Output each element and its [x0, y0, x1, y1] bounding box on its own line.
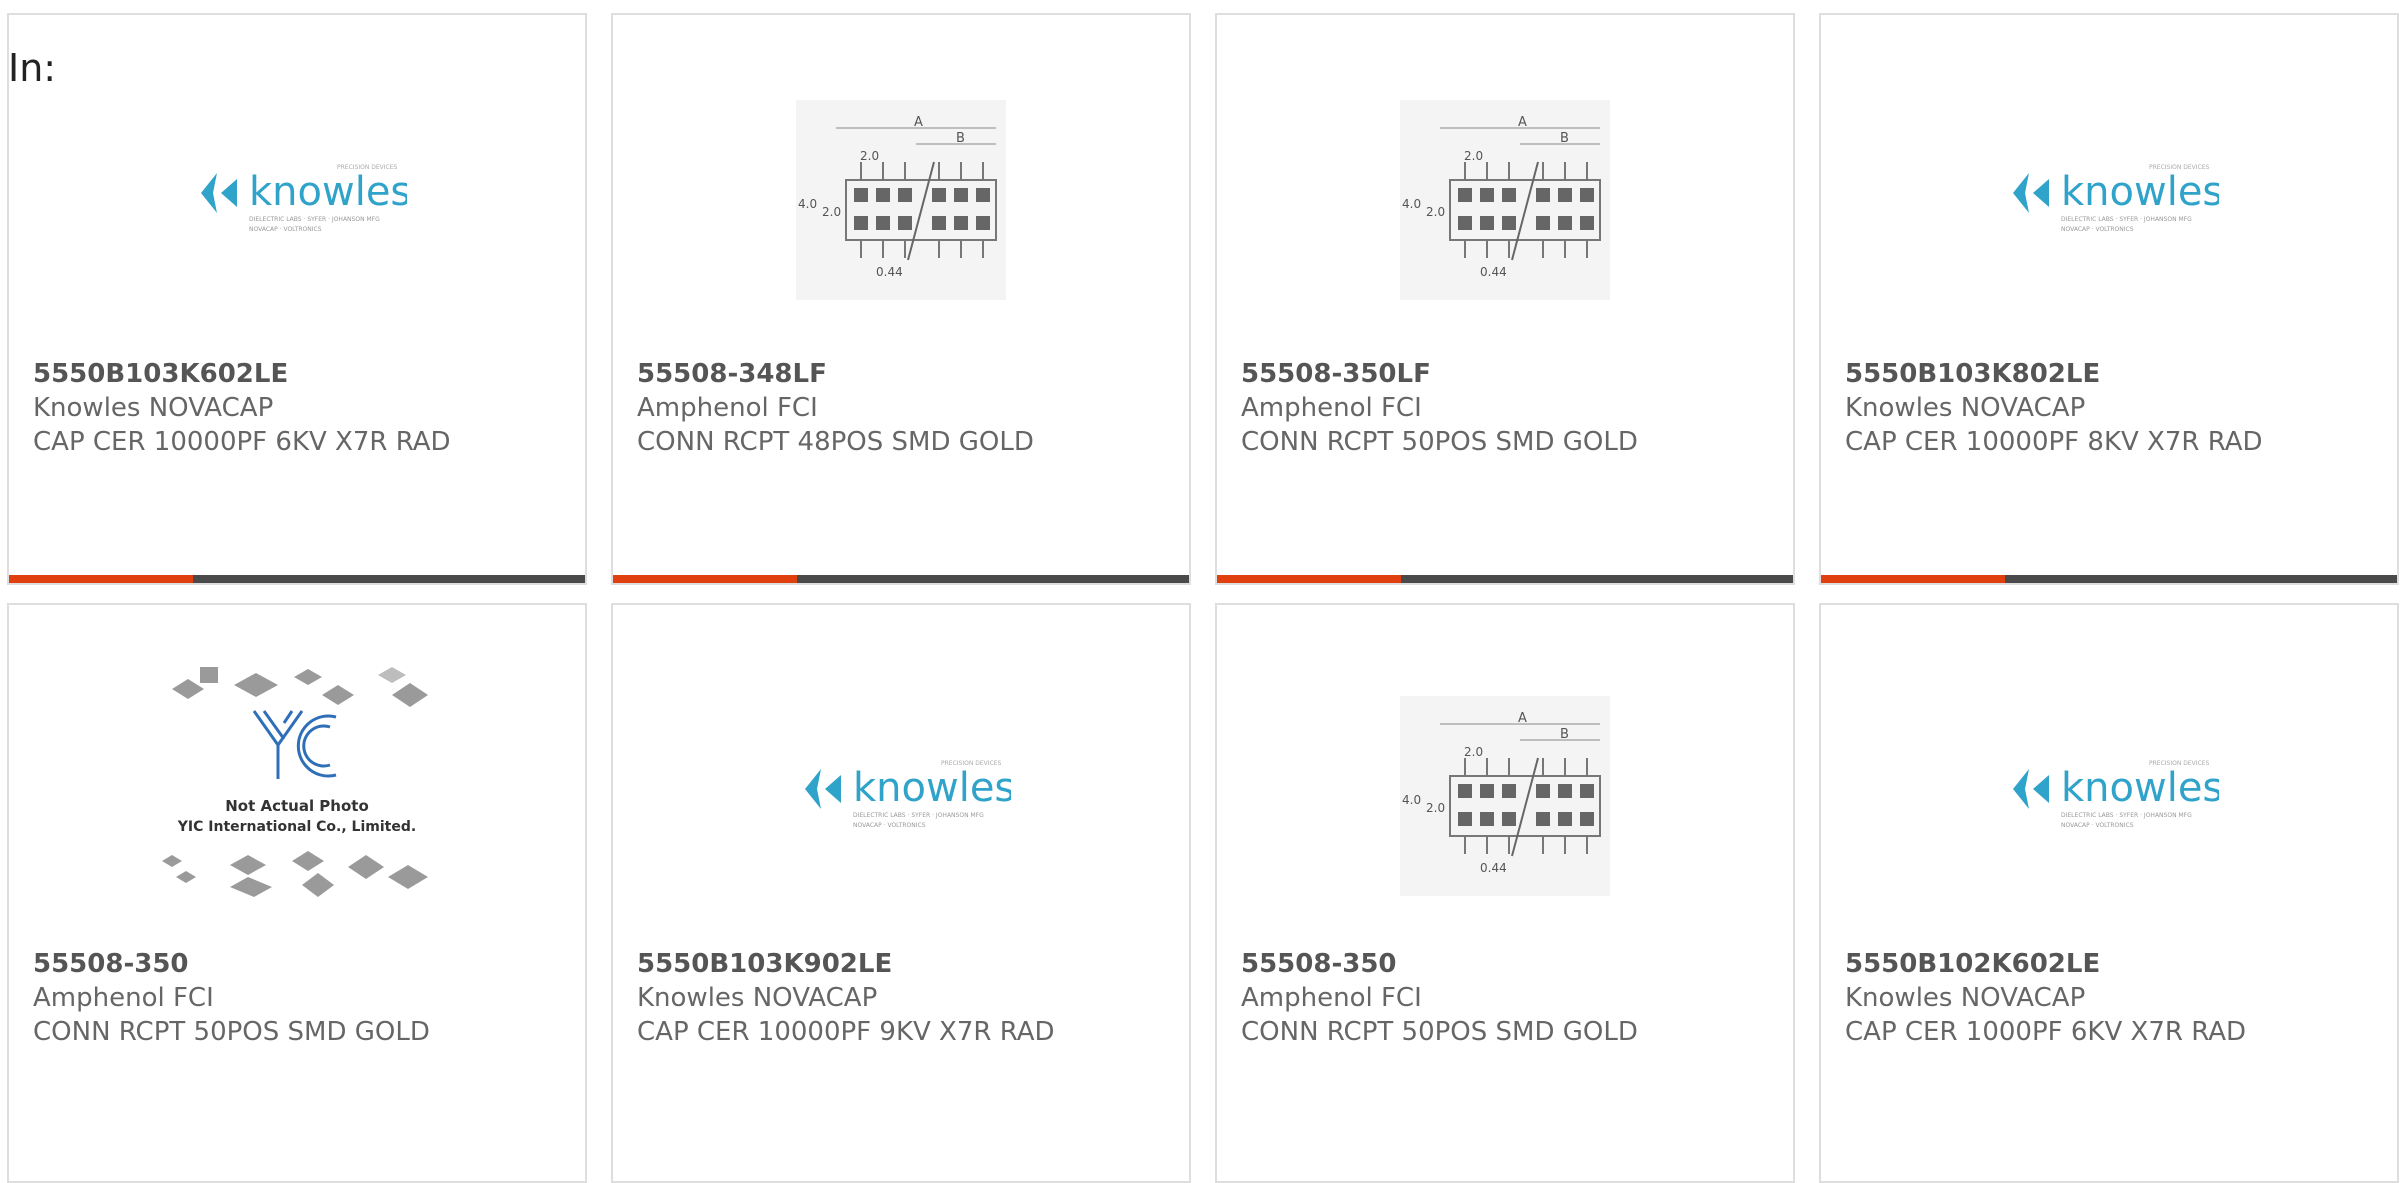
svg-text:2.0: 2.0: [822, 205, 841, 219]
svg-text:PRECISION DEVICES: PRECISION DEVICES: [941, 760, 1001, 767]
product-card[interactable]: knowles PRECISION DEVICES DIELECTRIC LAB…: [1819, 603, 2399, 1183]
svg-text:PRECISION DEVICES: PRECISION DEVICES: [2149, 760, 2209, 767]
knowles-logo-icon: knowles PRECISION DEVICES DIELECTRIC LAB…: [201, 164, 407, 233]
svg-text:NOVACAP · VOLTRONICS: NOVACAP · VOLTRONICS: [249, 226, 322, 233]
svg-text:B: B: [1560, 727, 1569, 742]
product-card[interactable]: knowles PRECISION DEVICES DIELECTRIC LAB…: [611, 603, 1191, 1183]
svg-text:A: A: [1518, 711, 1527, 726]
svg-text:B: B: [956, 131, 965, 146]
knowles-logo-icon: knowles PRECISION DEVICES DIELECTRIC LAB…: [2013, 164, 2219, 233]
connector-diagram-icon: A B 2.0 4.0 2.0 0.44: [1400, 696, 1610, 896]
manufacturer: Knowles NOVACAP: [637, 983, 878, 1013]
product-image[interactable]: knowles PRECISION DEVICES DIELECTRIC LAB…: [1821, 635, 2397, 957]
svg-text:DIELECTRIC LABS · SYFER · JOHA: DIELECTRIC LABS · SYFER · JOHANSON MFG: [2061, 216, 2192, 223]
product-card[interactable]: knowles PRECISION DEVICES DIELECTRIC LAB…: [7, 13, 587, 585]
product-image[interactable]: Not Actual Photo YIC International Co., …: [9, 635, 585, 957]
description: CONN RCPT 50POS SMD GOLD: [1241, 427, 1638, 457]
product-image[interactable]: knowles PRECISION DEVICES DIELECTRIC LAB…: [9, 45, 585, 355]
svg-text:B: B: [1560, 131, 1569, 146]
svg-text:A: A: [1518, 115, 1527, 130]
product-card[interactable]: A B 2.0 4.0 2.0: [611, 13, 1191, 585]
svg-text:DIELECTRIC LABS · SYFER · JOHA: DIELECTRIC LABS · SYFER · JOHANSON MFG: [2061, 812, 2192, 819]
svg-text:4.0: 4.0: [1402, 793, 1421, 807]
svg-text:YIC International Co., Limited: YIC International Co., Limited.: [177, 819, 416, 835]
product-image[interactable]: knowles PRECISION DEVICES DIELECTRIC LAB…: [1821, 45, 2397, 355]
svg-text:knowles: knowles: [2061, 765, 2219, 811]
part-number[interactable]: 5550B102K602LE: [1845, 947, 2387, 981]
part-number[interactable]: 5550B103K902LE: [637, 947, 1179, 981]
card-bar: [1821, 575, 2397, 583]
svg-text:NOVACAP · VOLTRONICS: NOVACAP · VOLTRONICS: [2061, 822, 2134, 829]
svg-text:DIELECTRIC LABS · SYFER · JOHA: DIELECTRIC LABS · SYFER · JOHANSON MFG: [249, 216, 380, 223]
description: CONN RCPT 50POS SMD GOLD: [1241, 1017, 1638, 1047]
card-bar: [1217, 575, 1793, 583]
svg-text:A: A: [914, 115, 923, 130]
card-bar: [613, 575, 1189, 583]
svg-text:2.0: 2.0: [1464, 745, 1483, 759]
manufacturer: Knowles NOVACAP: [33, 393, 274, 423]
card-bar-accent: [613, 575, 797, 583]
svg-text:NOVACAP · VOLTRONICS: NOVACAP · VOLTRONICS: [853, 822, 926, 829]
connector-diagram-icon: A B 2.0 4.0 2.0 0.44: [1400, 100, 1610, 300]
product-image[interactable]: A B 2.0 4.0 2.0 0.44: [1217, 45, 1793, 355]
svg-text:4.0: 4.0: [798, 197, 817, 211]
product-image[interactable]: A B 2.0 4.0 2.0 0.44: [613, 45, 1189, 355]
part-number[interactable]: 55508-350: [33, 947, 575, 981]
part-number[interactable]: 55508-350LF: [1241, 357, 1783, 391]
manufacturer: Amphenol FCI: [1241, 983, 1422, 1013]
svg-text:2.0: 2.0: [1464, 149, 1483, 163]
manufacturer: Knowles NOVACAP: [1845, 983, 2086, 1013]
card-bar-accent: [1821, 575, 2005, 583]
svg-text:PRECISION DEVICES: PRECISION DEVICES: [337, 164, 397, 171]
product-image[interactable]: knowles PRECISION DEVICES DIELECTRIC LAB…: [613, 635, 1189, 957]
description: CAP CER 10000PF 6KV X7R RAD: [33, 427, 451, 457]
part-number[interactable]: 55508-348LF: [637, 357, 1179, 391]
manufacturer: Amphenol FCI: [33, 983, 214, 1013]
product-card[interactable]: knowles PRECISION DEVICES DIELECTRIC LAB…: [1819, 13, 2399, 585]
part-number[interactable]: 5550B103K602LE: [33, 357, 575, 391]
part-number[interactable]: 55508-350: [1241, 947, 1783, 981]
svg-text:2.0: 2.0: [1426, 205, 1445, 219]
product-card[interactable]: A B 2.0 4.0 2.0: [1215, 13, 1795, 585]
manufacturer: Amphenol FCI: [637, 393, 818, 423]
product-card[interactable]: Not Actual Photo YIC International Co., …: [7, 603, 587, 1183]
card-bar: [9, 575, 585, 583]
product-grid: knowles PRECISION DEVICES DIELECTRIC LAB…: [0, 0, 2407, 1183]
description: CAP CER 1000PF 6KV X7R RAD: [1845, 1017, 2247, 1047]
svg-text:knowles: knowles: [2061, 169, 2219, 215]
manufacturer: Knowles NOVACAP: [1845, 393, 2086, 423]
svg-text:2.0: 2.0: [1426, 801, 1445, 815]
svg-text:0.44: 0.44: [1480, 861, 1507, 875]
yic-placeholder-icon: Not Actual Photo YIC International Co., …: [162, 667, 428, 897]
svg-text:knowles: knowles: [853, 765, 1011, 811]
card-bar-accent: [1217, 575, 1401, 583]
product-image[interactable]: A B 2.0 4.0 2.0 0.44: [1217, 635, 1793, 957]
description: CONN RCPT 50POS SMD GOLD: [33, 1017, 430, 1047]
svg-text:0.44: 0.44: [876, 265, 903, 279]
svg-text:2.0: 2.0: [860, 149, 879, 163]
svg-text:NOVACAP · VOLTRONICS: NOVACAP · VOLTRONICS: [2061, 226, 2134, 233]
svg-text:DIELECTRIC LABS · SYFER · JOHA: DIELECTRIC LABS · SYFER · JOHANSON MFG: [853, 812, 984, 819]
svg-text:knowles: knowles: [249, 169, 407, 215]
svg-text:4.0: 4.0: [1402, 197, 1421, 211]
svg-text:0.44: 0.44: [1480, 265, 1507, 279]
description: CAP CER 10000PF 9KV X7R RAD: [637, 1017, 1055, 1047]
manufacturer: Amphenol FCI: [1241, 393, 1422, 423]
description: CAP CER 10000PF 8KV X7R RAD: [1845, 427, 2263, 457]
svg-text:PRECISION DEVICES: PRECISION DEVICES: [2149, 164, 2209, 171]
part-number[interactable]: 5550B103K802LE: [1845, 357, 2387, 391]
description: CONN RCPT 48POS SMD GOLD: [637, 427, 1034, 457]
card-bar-accent: [9, 575, 193, 583]
connector-diagram-icon: A B 2.0 4.0 2.0 0.44: [796, 100, 1006, 300]
knowles-logo-icon: knowles PRECISION DEVICES DIELECTRIC LAB…: [2013, 760, 2219, 829]
knowles-logo-icon: knowles PRECISION DEVICES DIELECTRIC LAB…: [805, 760, 1011, 829]
product-card[interactable]: A B 2.0 4.0 2.0: [1215, 603, 1795, 1183]
svg-text:Not Actual Photo: Not Actual Photo: [225, 797, 369, 815]
